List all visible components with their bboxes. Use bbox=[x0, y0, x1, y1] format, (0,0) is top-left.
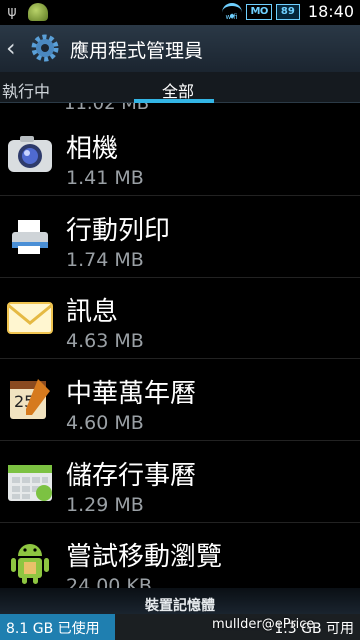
app-size: 1.74 MB bbox=[66, 249, 144, 271]
list-item[interactable]: 儲存行事曆 1.29 MB bbox=[0, 443, 360, 523]
action-bar: ‹ 應用程式管理員 bbox=[0, 25, 360, 73]
list-item[interactable]: 相機 1.41 MB bbox=[0, 116, 360, 196]
camera-icon bbox=[8, 136, 52, 172]
app-name: 中華萬年曆 bbox=[66, 379, 197, 409]
printer-icon bbox=[12, 220, 48, 254]
signal-badge: 89 bbox=[275, 3, 300, 20]
app-size: 1.29 MB bbox=[66, 494, 144, 516]
storage-used-label: 8.1 GB 已使用 bbox=[6, 621, 100, 637]
app-name: 訊息 bbox=[66, 297, 119, 327]
divider bbox=[0, 358, 360, 359]
app-size: 1.41 MB bbox=[66, 167, 144, 189]
divider bbox=[0, 195, 360, 196]
calendar-icon: 25 bbox=[10, 379, 50, 419]
divider bbox=[0, 277, 360, 278]
partial-app-size: 11.02 MB bbox=[64, 103, 150, 114]
status-bar: ψ wifi MO 89 18:40 bbox=[0, 0, 360, 25]
app-name: 嘗試移動瀏覽 bbox=[66, 542, 223, 572]
list-item[interactable]: 訊息 4.63 MB bbox=[0, 279, 360, 359]
app-name: 相機 bbox=[66, 134, 119, 164]
app-size: 4.63 MB bbox=[66, 330, 144, 352]
tab-bar: 執行中 全部 bbox=[0, 72, 360, 103]
android-icon bbox=[11, 544, 49, 584]
page-title: 應用程式管理員 bbox=[70, 40, 204, 62]
clock: 18:40 bbox=[307, 2, 354, 21]
app-name: 行動列印 bbox=[66, 216, 171, 246]
message-icon bbox=[7, 302, 53, 334]
gear-icon[interactable] bbox=[30, 33, 60, 63]
carrier-badge: MO bbox=[246, 3, 272, 20]
usb-icon: ψ bbox=[7, 4, 17, 20]
watermark: mullder@ePrice bbox=[212, 617, 315, 632]
list-item[interactable]: 嘗試移動瀏覽 24.00 KB bbox=[0, 524, 360, 595]
app-size: 4.60 MB bbox=[66, 412, 144, 434]
divider bbox=[0, 440, 360, 441]
list-item[interactable]: 行動列印 1.74 MB bbox=[0, 198, 360, 278]
app-list[interactable]: 11.02 MB 相機 1.41 MB 行動列印 1.74 MB 訊息 4.63… bbox=[0, 103, 360, 595]
grid-calendar-icon bbox=[8, 465, 52, 501]
back-icon[interactable]: ‹ bbox=[6, 35, 26, 61]
wifi-label: wifi bbox=[225, 12, 238, 21]
android-notification-icon bbox=[28, 3, 48, 21]
tab-running[interactable]: 執行中 bbox=[2, 78, 50, 102]
app-name: 儲存行事曆 bbox=[66, 461, 197, 491]
list-item[interactable]: 25 中華萬年曆 4.60 MB bbox=[0, 361, 360, 441]
wifi-icon: wifi bbox=[222, 2, 243, 21]
divider bbox=[0, 522, 360, 523]
storage-title: 裝置記憶體 bbox=[145, 598, 215, 614]
